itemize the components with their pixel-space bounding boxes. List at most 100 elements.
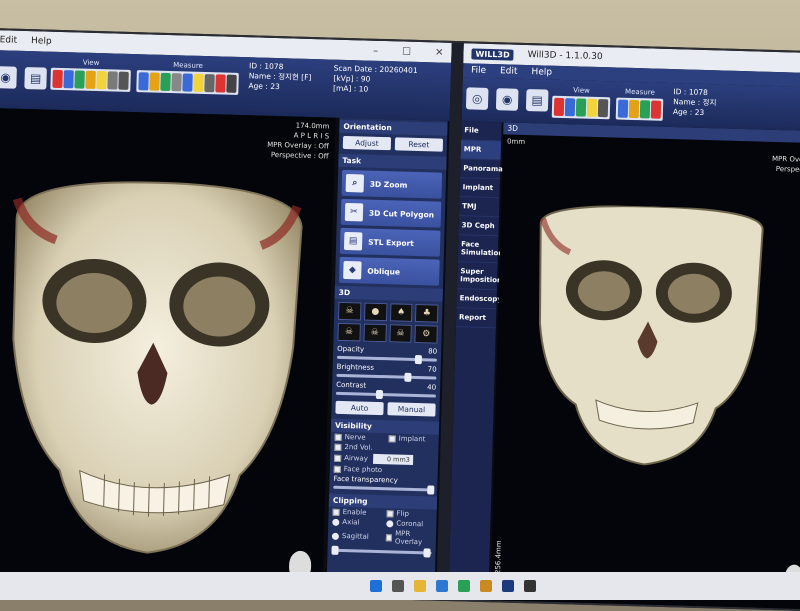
mpr-overlay-checkbox[interactable]: MPR Overlay bbox=[382, 528, 436, 548]
angle-icon[interactable] bbox=[149, 72, 160, 91]
start-icon[interactable] bbox=[370, 580, 382, 592]
sidebar-item-implant[interactable]: Implant bbox=[459, 178, 500, 199]
view-tool-group: View bbox=[50, 58, 131, 92]
sidebar-item-report[interactable]: Report bbox=[455, 308, 497, 329]
reset-view-icon-r[interactable] bbox=[553, 97, 565, 117]
preset-skull4-icon[interactable]: ☠ bbox=[388, 324, 413, 343]
menu-edit-r[interactable]: Edit bbox=[500, 66, 518, 76]
clip-min-knob[interactable] bbox=[331, 545, 339, 555]
search-icon[interactable] bbox=[392, 580, 404, 592]
menu-edit[interactable]: Edit bbox=[0, 35, 17, 45]
menu-help-r[interactable]: Help bbox=[531, 67, 552, 78]
note-icon[interactable] bbox=[182, 73, 193, 92]
light-icon[interactable] bbox=[96, 70, 107, 90]
camera-icon[interactable]: ◎ bbox=[465, 87, 489, 110]
clip-max-knob[interactable] bbox=[423, 548, 431, 558]
list-icon[interactable] bbox=[226, 74, 237, 93]
sidebar-item-endoscopy[interactable]: Endoscopy bbox=[456, 289, 502, 310]
menu-file[interactable]: File bbox=[471, 65, 486, 75]
preset-soft-icon[interactable]: ● bbox=[363, 302, 387, 322]
area-icon[interactable] bbox=[160, 72, 171, 92]
face-photo-label: Face photo bbox=[343, 465, 383, 475]
magnifier-icon: ⌕ bbox=[345, 173, 365, 193]
print-icon[interactable]: ▤ bbox=[24, 66, 47, 90]
edge-browser-icon[interactable] bbox=[436, 580, 448, 592]
nerve-label: Nerve bbox=[344, 433, 366, 442]
preset-skull2-icon[interactable]: ☠ bbox=[337, 322, 361, 342]
area-icon-r[interactable] bbox=[639, 100, 651, 119]
preset-settings-icon[interactable]: ⚙ bbox=[414, 324, 438, 344]
profile-icon[interactable] bbox=[171, 73, 182, 92]
implant-checkbox[interactable]: Implant bbox=[385, 433, 439, 445]
manual-button[interactable]: Manual bbox=[387, 402, 436, 417]
maximize-icon[interactable]: ☐ bbox=[402, 46, 411, 57]
will3d-taskbar-icon[interactable] bbox=[502, 580, 514, 592]
reset-button[interactable]: Reset bbox=[394, 137, 444, 152]
stl-export-button[interactable]: ▤ STL Export bbox=[339, 227, 441, 257]
folder-icon[interactable] bbox=[414, 580, 426, 592]
second-vol-label: 2nd Vol. bbox=[344, 443, 373, 452]
app-icon[interactable] bbox=[480, 580, 492, 592]
disc-icon[interactable]: ◉ bbox=[0, 66, 17, 89]
print-icon-r[interactable]: ▤ bbox=[525, 89, 549, 112]
sagittal-radio[interactable]: Sagittal bbox=[328, 527, 382, 547]
viewport-info: 174.0mm A P L R I S MPR Overlay : Off Pe… bbox=[267, 120, 330, 162]
preset-skull3-icon[interactable]: ☠ bbox=[363, 323, 387, 343]
airway-volume-field[interactable]: 0 mm3 bbox=[372, 453, 414, 465]
sidebar-item-face-simulation[interactable]: Face Simulation bbox=[457, 235, 503, 264]
capture-icon[interactable] bbox=[204, 74, 215, 93]
light-icon-r[interactable] bbox=[586, 98, 598, 117]
menu-help[interactable]: Help bbox=[31, 36, 52, 47]
reset-view-icon[interactable] bbox=[52, 69, 63, 89]
oblique-button[interactable]: ◆ Oblique bbox=[339, 256, 440, 286]
terminal-icon[interactable] bbox=[524, 580, 536, 592]
pencil-icon[interactable] bbox=[193, 73, 204, 92]
sidebar-item-tmj[interactable]: TMJ bbox=[458, 197, 500, 218]
skull-3d-render-right bbox=[538, 205, 764, 466]
face-transparency-knob[interactable] bbox=[427, 485, 435, 495]
sidebar-item-panorama[interactable]: Panorama bbox=[459, 159, 503, 180]
3d-zoom-button[interactable]: ⌕ 3D Zoom bbox=[341, 169, 443, 199]
opacity-knob[interactable] bbox=[414, 354, 423, 365]
preset-bone-icon[interactable]: ♣ bbox=[415, 303, 439, 323]
close-icon[interactable]: ✕ bbox=[435, 47, 444, 58]
preset-teeth-icon[interactable]: ♠ bbox=[389, 303, 413, 322]
3d-cut-polygon-button[interactable]: ✂ 3D Cut Polygon bbox=[340, 198, 442, 228]
sidebar-item-super-imposition[interactable]: Super Imposition bbox=[456, 262, 502, 291]
brightness-knob[interactable] bbox=[404, 372, 412, 382]
delete-icon-r[interactable] bbox=[650, 100, 662, 119]
sidebar-item-3d-ceph[interactable]: 3D Ceph bbox=[458, 216, 499, 237]
contrast-label: Contrast bbox=[336, 380, 367, 390]
grid-icon-r[interactable] bbox=[597, 99, 609, 118]
stl-export-label: STL Export bbox=[368, 237, 414, 248]
pan-icon-r[interactable] bbox=[575, 98, 587, 117]
viewport-3d[interactable]: 174.0mm A P L R I S MPR Overlay : Off Pe… bbox=[0, 108, 336, 599]
skull-3d-render bbox=[12, 181, 303, 554]
rotate-icon[interactable] bbox=[63, 70, 74, 89]
contrast-icon[interactable] bbox=[107, 71, 118, 90]
viewport-3d-right[interactable]: 3D 0mm 19 MPR Overlay Perspective 256.4m… bbox=[490, 122, 800, 610]
view-tool-group-r: View bbox=[551, 86, 611, 120]
rotate-icon-r[interactable] bbox=[564, 98, 576, 117]
flip-label: Flip bbox=[396, 509, 410, 518]
auto-button[interactable]: Auto bbox=[335, 400, 384, 416]
delete-icon[interactable] bbox=[215, 74, 226, 93]
adjust-button[interactable]: Adjust bbox=[342, 135, 392, 151]
disc-icon-r[interactable]: ◉ bbox=[495, 88, 519, 111]
sidebar-item-file[interactable]: File bbox=[461, 121, 502, 142]
ruler-icon[interactable] bbox=[138, 72, 149, 91]
grid-icon[interactable] bbox=[118, 71, 129, 90]
face-transparency-slider[interactable]: Face transparency bbox=[329, 474, 437, 495]
os-taskbar bbox=[0, 572, 800, 600]
minimize-icon[interactable]: – bbox=[373, 45, 378, 56]
store-icon[interactable] bbox=[458, 580, 470, 592]
contrast-knob[interactable] bbox=[375, 389, 384, 400]
perspective-status: Perspective : Off bbox=[270, 150, 329, 161]
nerve-checkbox[interactable]: Nerve bbox=[331, 432, 385, 444]
preset-skull-icon[interactable]: ☠ bbox=[337, 301, 362, 321]
pan-icon[interactable] bbox=[74, 70, 85, 89]
zoom-icon[interactable] bbox=[85, 70, 96, 89]
sidebar-item-mpr[interactable]: MPR bbox=[460, 140, 502, 161]
ruler-icon-r[interactable] bbox=[617, 99, 629, 118]
angle-icon-r[interactable] bbox=[628, 99, 640, 119]
